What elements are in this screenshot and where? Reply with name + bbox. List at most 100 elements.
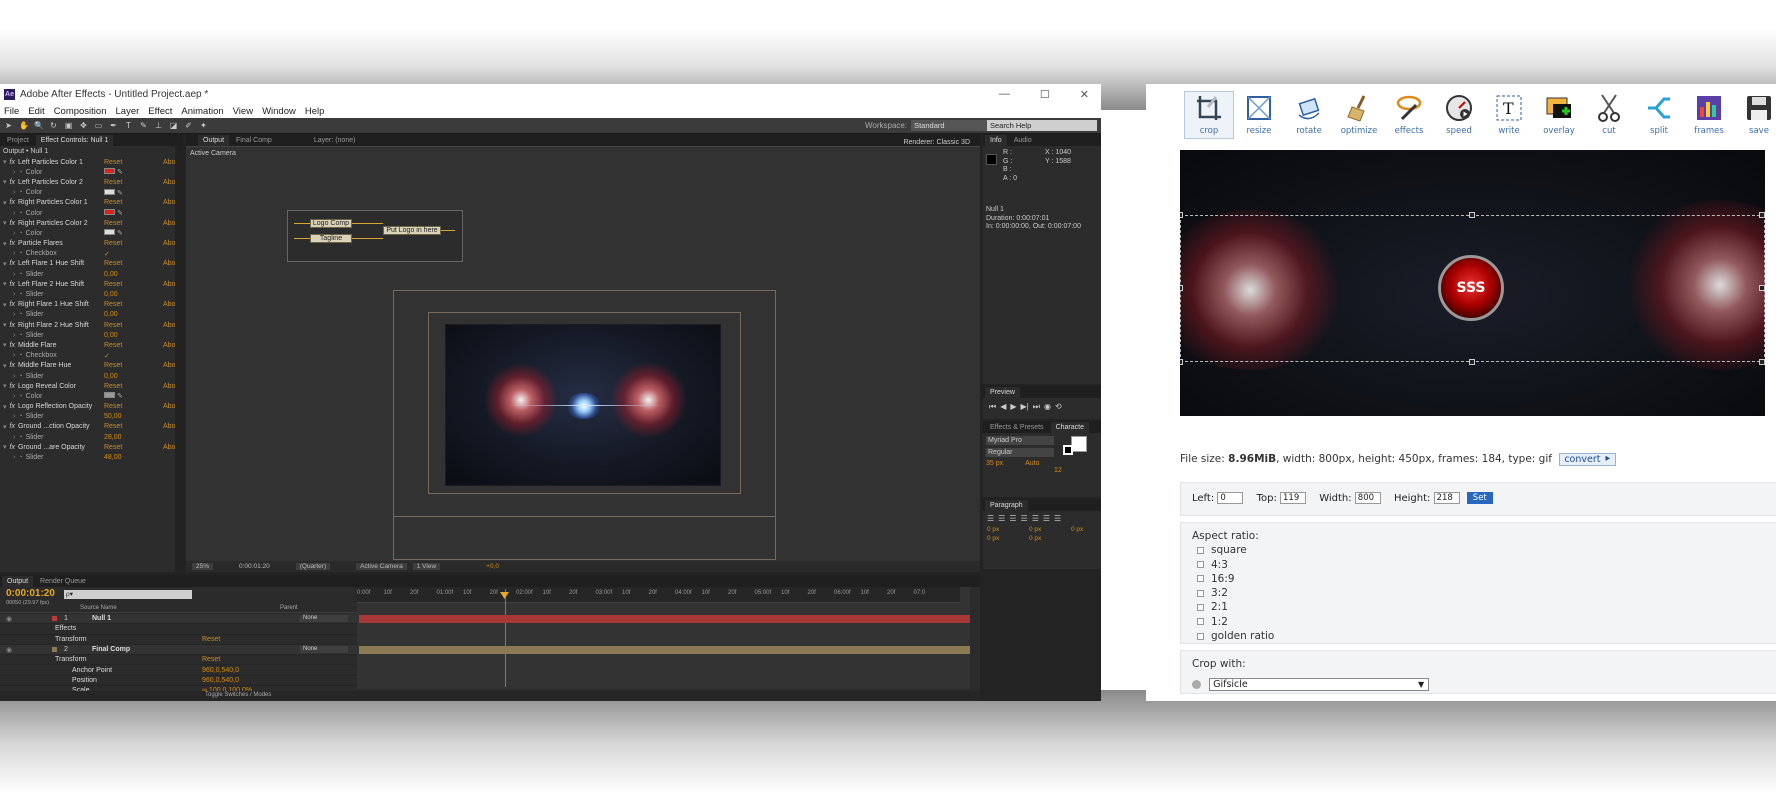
ec-scrollbar[interactable] [175,146,183,572]
time-ruler[interactable]: 0:00f 10f 20f 01:00f 10f 20f 02:00f 10f 20f 03:00… [357,587,960,603]
disclosure-icon[interactable]: ▾ [3,260,7,268]
disclosure-icon[interactable]: ▾ [3,362,7,370]
aspect-checkbox[interactable] [1197,589,1204,597]
menu-edit[interactable]: Edit [28,106,44,117]
prev-frame-icon[interactable]: ◀ [1000,402,1006,412]
col-source-name[interactable]: Source Name [80,605,117,611]
timeline-track-area[interactable]: 0:00f 10f 20f 01:00f 10f 20f 02:00f 10f 20f 03:00… [357,587,970,689]
tracking[interactable]: 12 [1054,467,1098,474]
last-frame-icon[interactable]: ⏭ [1033,402,1040,412]
effect-row[interactable]: ▾ fx Particle Flares Reset Abo [3,239,183,249]
color-swatch[interactable]: ✎ [104,209,123,217]
parent-select[interactable]: None [300,646,348,654]
minimize-button[interactable]: — [999,88,1010,101]
leading[interactable]: Auto [1025,460,1039,467]
disclosure-icon[interactable]: ▾ [3,199,7,207]
param-value[interactable]: ✓ [104,250,110,258]
about-link[interactable]: Abo [163,301,175,308]
justify-right-icon[interactable]: ☰ [1043,514,1050,523]
color-swatch[interactable]: ✎ [104,392,123,400]
align-center-icon[interactable]: ☰ [998,514,1005,523]
label-color[interactable] [52,647,57,653]
tab-project[interactable]: Project [2,135,34,146]
visibility-icon[interactable]: ◉ [6,646,12,654]
eyedropper-icon[interactable]: ✎ [117,393,123,400]
stopwatch-icon[interactable]: ◔ [18,373,22,380]
stopwatch-icon[interactable]: ◔ [18,169,22,176]
effect-row[interactable]: ▾ fx Left Particles Color 1 Reset Abo [3,157,183,167]
param-value[interactable]: 28,00 [104,434,122,441]
param-value[interactable]: 0,00 [104,332,118,339]
font-size[interactable]: 35 px [986,460,1003,467]
effect-row[interactable]: ▾ fx Left Flare 1 Hue Shift Reset Abo [3,259,183,269]
property-row[interactable]: Transform Reset [0,655,357,666]
disclosure-icon[interactable]: ▾ [3,403,7,411]
property-value[interactable]: Reset [202,636,220,643]
param-value[interactable]: 48,00 [104,454,122,461]
color-swatch[interactable]: ✎ [104,229,123,237]
property-row[interactable]: Transform Reset [0,635,357,645]
space-after[interactable]: 0 px [1029,535,1071,542]
eyedropper-icon[interactable]: ✎ [117,230,123,237]
flow-node-put-logo[interactable]: Put Logo in here [383,226,441,235]
rect-tool-icon[interactable]: ▭ [94,121,103,130]
effect-row[interactable]: ▾ fx Middle Flare Reset Abo [3,340,183,350]
timeline-timecode[interactable]: 0:00:01:20 [6,588,55,599]
color-swatch[interactable]: ✎ [104,168,123,176]
crop-handle-tl[interactable] [1180,212,1183,218]
reset-link[interactable]: Reset [104,199,122,206]
parent-select[interactable]: None [300,615,348,623]
tool-crop-button[interactable]: crop [1184,91,1234,139]
tool-resize-button[interactable]: resize [1234,91,1284,139]
aspect-option[interactable]: 2:1 [1197,600,1768,614]
menu-file[interactable]: File [4,106,19,117]
track-final-comp[interactable] [359,646,970,654]
tool-split-button[interactable]: split [1634,91,1684,139]
brush-tool-icon[interactable]: ✎ [139,121,148,130]
reset-link[interactable]: Reset [104,220,122,227]
fx-icon[interactable]: fx [10,199,15,206]
set-button[interactable]: Set [1466,492,1493,504]
crop-handle-t[interactable] [1469,212,1475,218]
tool-speed-button[interactable]: speed [1434,91,1484,139]
menu-help[interactable]: Help [305,106,325,117]
aspect-option[interactable]: 3:2 [1197,586,1768,600]
first-frame-icon[interactable]: ⏮ [989,402,996,412]
about-link[interactable]: Abo [163,281,175,288]
reset-link[interactable]: Reset [104,179,122,186]
tab-info[interactable]: Info [985,135,1007,146]
disclosure-icon[interactable]: ▾ [3,240,7,248]
property-row[interactable]: Effects [0,624,357,635]
eyedropper-icon[interactable]: ✎ [117,210,123,217]
tab-effect-controls[interactable]: Effect Controls: Null 1 [35,135,114,146]
pan-behind-tool-icon[interactable]: ✥ [79,121,88,130]
aspect-checkbox[interactable] [1197,618,1204,626]
tab-render-queue[interactable]: Render Queue [35,576,91,587]
crop-handle-r[interactable] [1759,285,1765,291]
exposure-value[interactable]: +0,0 [486,563,499,570]
disclosure-icon[interactable]: › [13,434,15,441]
effect-row[interactable]: ▾ fx Ground ...ction Opacity Reset Abo [3,422,183,432]
zoom-tool-icon[interactable]: 🔍 [34,121,44,130]
convert-button[interactable]: convert ⯈ [1559,453,1617,466]
fill-color-swatch[interactable] [1071,436,1087,452]
rotate-tool-icon[interactable]: ↻ [49,121,58,130]
fx-icon[interactable]: fx [10,281,15,288]
about-link[interactable]: Abo [163,159,175,166]
effect-row[interactable]: ▾ fx Logo Reflection Opacity Reset Abo [3,402,183,412]
layer-row[interactable]: ◉ 2 Final Comp None [0,644,357,656]
fx-icon[interactable]: fx [10,383,15,390]
reset-link[interactable]: Reset [104,301,122,308]
type-tool-icon[interactable]: T [124,121,133,130]
param-value[interactable]: 50,00 [104,413,122,420]
disclosure-icon[interactable]: › [13,291,15,298]
stopwatch-icon[interactable]: ◔ [18,393,22,400]
menu-layer[interactable]: Layer [116,106,140,117]
param-value[interactable]: 0,00 [104,271,118,278]
visibility-icon[interactable]: ◉ [6,615,12,623]
fx-icon[interactable]: fx [10,220,15,227]
tab-layer[interactable]: Layer: (none) [309,135,361,146]
hand-tool-icon[interactable]: ✋ [19,121,29,130]
stopwatch-icon[interactable]: ◔ [18,352,22,359]
stopwatch-icon[interactable]: ◔ [18,434,22,441]
